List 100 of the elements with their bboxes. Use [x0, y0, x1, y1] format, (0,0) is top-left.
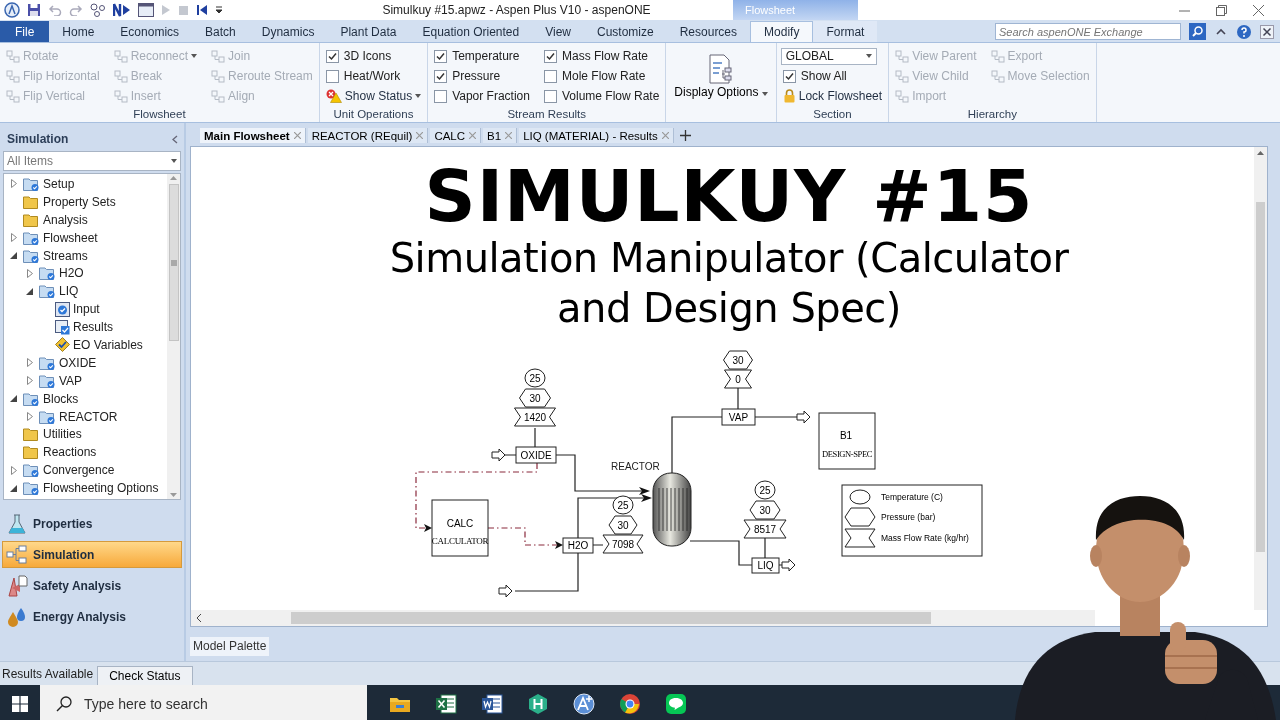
scroll-left-icon[interactable]: [197, 614, 202, 622]
checkbox[interactable]: Vapor Fraction: [432, 89, 532, 103]
menu-tab[interactable]: File: [0, 21, 50, 42]
tool-button[interactable]: Show Status: [323, 89, 424, 103]
stream-label[interactable]: OXIDE: [515, 446, 557, 464]
shapes-icon: [6, 69, 20, 83]
menu-tab[interactable]: Resources: [666, 21, 751, 42]
nav-button[interactable]: Properties: [2, 510, 182, 537]
flowsheet-canvas[interactable]: [190, 146, 1268, 627]
collapse-arrow-icon[interactable]: [10, 394, 18, 404]
checkbox[interactable]: Pressure: [432, 69, 532, 83]
tree-item[interactable]: Reactions: [4, 443, 167, 462]
menu-tab[interactable]: Equation Oriented: [409, 21, 533, 42]
tree-item[interactable]: Utilities: [4, 425, 167, 444]
tree-item[interactable]: VAP: [4, 371, 167, 390]
document-tab[interactable]: B1: [483, 128, 518, 143]
check-status-button[interactable]: Check Status: [97, 666, 193, 685]
menu-tab[interactable]: Format: [813, 21, 878, 42]
expand-arrow-icon[interactable]: [26, 358, 34, 368]
nav-button[interactable]: Energy Analysis: [2, 603, 182, 630]
tree-item[interactable]: Convergence: [4, 461, 167, 480]
menu-tab[interactable]: Plant Data: [327, 21, 410, 42]
palette-tab[interactable]: Model Palette: [190, 637, 270, 656]
checkbox[interactable]: Heat/Work: [323, 69, 424, 83]
filter-dropdown[interactable]: All Items: [3, 151, 181, 171]
customize-icon[interactable]: [215, 5, 223, 15]
warning-icon: [325, 89, 342, 103]
checkbox[interactable]: Volume Flow Rate: [541, 89, 662, 103]
collapse-arrow-icon[interactable]: [10, 251, 18, 260]
taskbar-search-field[interactable]: Type here to search: [40, 685, 367, 720]
document-tab[interactable]: LIQ (MATERIAL) - Results: [519, 128, 674, 143]
menu-tab[interactable]: Modify: [750, 21, 814, 42]
design-spec-block[interactable]: B1 DESIGN-SPEC: [818, 412, 876, 470]
document-tab[interactable]: Main Flowsheet: [200, 128, 306, 143]
checkbox[interactable]: Mass Flow Rate: [541, 49, 662, 63]
tree-item[interactable]: Blocks: [4, 389, 167, 408]
rewind-icon[interactable]: [196, 4, 208, 16]
display-options-button[interactable]: Display Options: [670, 53, 772, 99]
mass-flow-tag: 8517: [743, 519, 787, 539]
tree-item[interactable]: H2O: [4, 264, 167, 283]
tree-item[interactable]: Analysis: [4, 210, 167, 229]
tree-item[interactable]: Results: [4, 318, 167, 336]
search-field[interactable]: Search aspenONE Exchange: [995, 23, 1181, 40]
stream-label[interactable]: VAP: [721, 408, 756, 426]
menu-tab[interactable]: Economics: [107, 21, 193, 42]
help-icon[interactable]: [1236, 23, 1252, 40]
expand-arrow-icon[interactable]: [10, 179, 18, 189]
nav-button[interactable]: Safety Analysis: [2, 572, 182, 599]
calculator-block[interactable]: CALC CALCULATOR: [431, 499, 489, 557]
tree-item[interactable]: Property Sets: [4, 192, 167, 211]
restore-icon[interactable]: [1216, 4, 1227, 16]
expand-arrow-icon[interactable]: [10, 233, 18, 243]
section-dropdown[interactable]: GLOBAL: [780, 47, 877, 65]
menu-tab[interactable]: Dynamics: [248, 21, 328, 42]
collapse-arrow-icon[interactable]: [26, 286, 34, 296]
save-icon[interactable]: [27, 3, 41, 17]
folder-icon: [39, 266, 56, 281]
tree-item[interactable]: EO Variables: [4, 336, 167, 354]
shapes-icon: [895, 69, 910, 83]
menu-tab[interactable]: View: [532, 21, 584, 42]
close-icon[interactable]: [1253, 4, 1264, 16]
checkbox[interactable]: Mole Flow Rate: [541, 69, 662, 83]
tree-item[interactable]: LIQ: [4, 282, 167, 301]
temperature-tag: 25: [524, 368, 546, 388]
checkbox[interactable]: Show All: [780, 69, 885, 83]
tool-button[interactable]: Lock Flowsheet: [780, 89, 885, 103]
tree-item[interactable]: REACTOR: [4, 407, 167, 426]
shapes-icon: [211, 49, 226, 63]
scrollbar[interactable]: [1254, 147, 1267, 610]
tree-item[interactable]: Input: [4, 300, 167, 319]
window-icon[interactable]: [138, 3, 154, 17]
stream-label[interactable]: H2O: [562, 537, 594, 554]
menu-tab[interactable]: Home: [49, 21, 108, 42]
expand-arrow-icon[interactable]: [26, 376, 34, 386]
tree-item[interactable]: Streams: [4, 246, 167, 265]
collapse-arrow-icon[interactable]: [10, 483, 18, 493]
search-button[interactable]: [1189, 23, 1206, 40]
expand-arrow-icon[interactable]: [26, 268, 34, 278]
close-icon[interactable]: [1260, 24, 1274, 39]
stream-label[interactable]: LIQ: [751, 557, 780, 574]
folder-icon: [23, 427, 40, 442]
scroll-up-icon[interactable]: [1257, 151, 1264, 155]
tree-item[interactable]: Setup: [4, 175, 167, 193]
expand-arrow-icon[interactable]: [26, 412, 34, 421]
tree-item[interactable]: OXIDE: [4, 353, 167, 372]
document-tab[interactable]: REACTOR (REquil): [307, 128, 429, 143]
checkbox[interactable]: 3D Icons: [323, 49, 424, 63]
tree-item[interactable]: Flowsheet: [4, 228, 167, 247]
add-icon[interactable]: [679, 130, 691, 141]
expand-arrow-icon[interactable]: [10, 465, 18, 475]
collapse-icon[interactable]: [172, 134, 178, 144]
next-icon[interactable]: [113, 3, 131, 17]
tree-item[interactable]: Flowsheeting Options: [4, 479, 167, 498]
nodes-icon[interactable]: [90, 3, 106, 17]
nav-button[interactable]: Simulation: [2, 541, 182, 568]
menu-tab[interactable]: Customize: [584, 21, 667, 42]
document-tab[interactable]: CALC: [430, 128, 482, 143]
menu-tab[interactable]: Batch: [192, 21, 249, 42]
checkbox[interactable]: Temperature: [432, 49, 532, 63]
scrollbar[interactable]: [191, 610, 1095, 626]
